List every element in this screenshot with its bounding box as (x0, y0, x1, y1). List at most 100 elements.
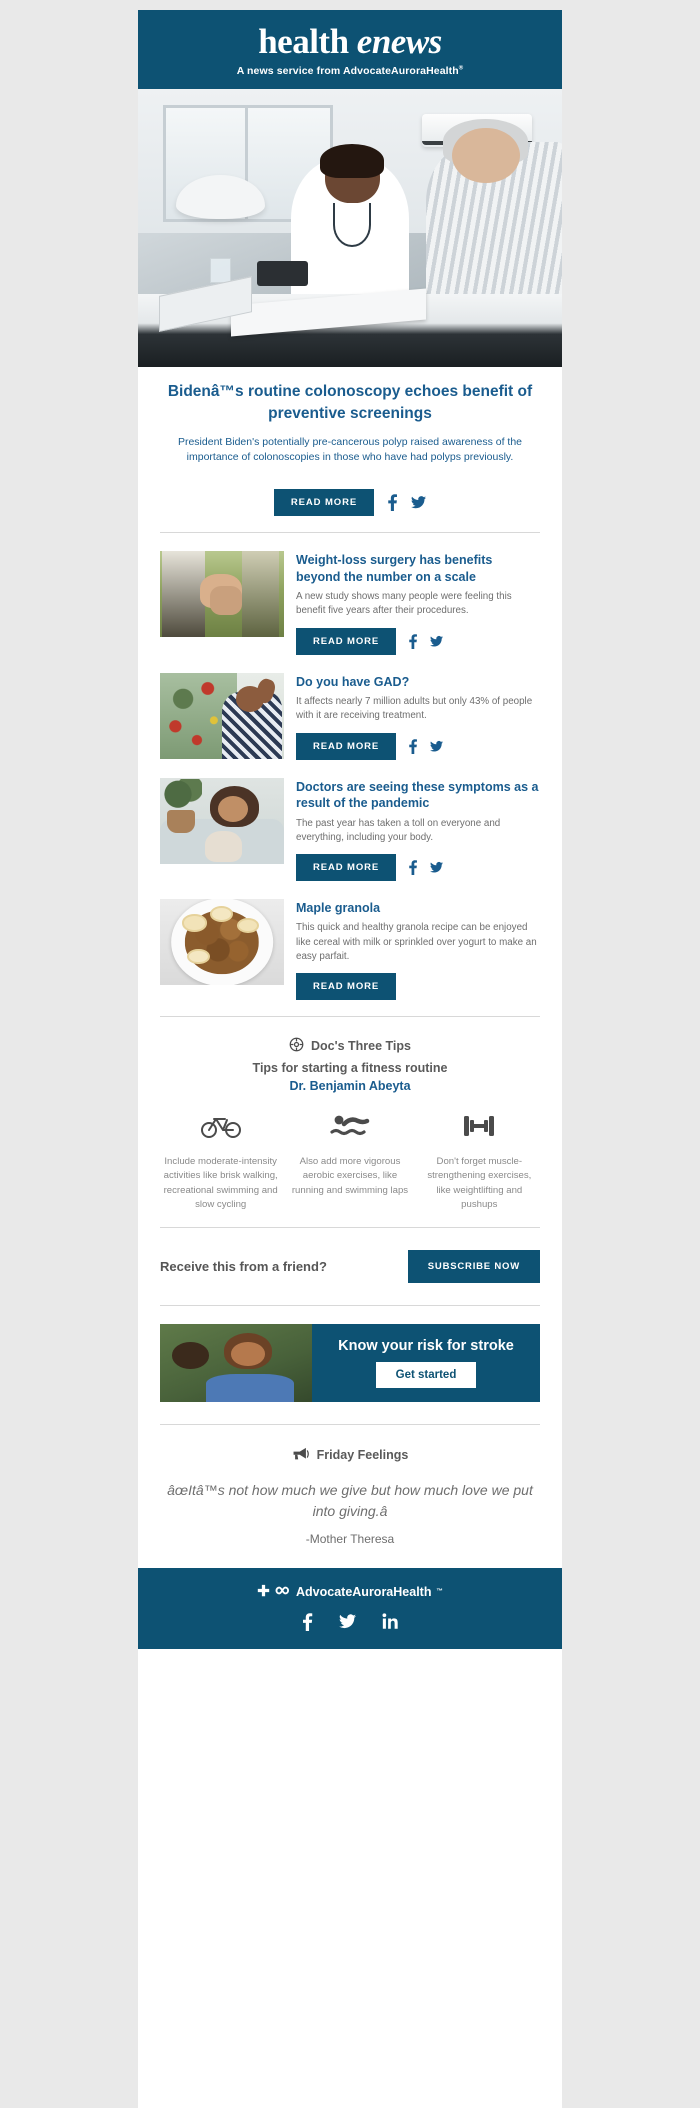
facebook-icon[interactable] (302, 1612, 313, 1631)
article-read-more-button[interactable]: READ MORE (296, 627, 397, 655)
tip-text: Don't forget muscle-strengthening exerci… (427, 1156, 532, 1211)
article-row: Weight-loss surgery has benefits beyond … (138, 541, 562, 662)
article-cta-row: READ MORE (296, 853, 540, 881)
twitter-icon[interactable] (430, 740, 444, 753)
logo-word-enews: enews (356, 22, 443, 61)
infinity-icon (275, 1585, 291, 1599)
promo-person-background (172, 1342, 209, 1369)
article-cta-row: READ MORE (296, 627, 540, 655)
footer-brand-name: AdvocateAuroraHealth (296, 1584, 432, 1599)
footer-brand-trademark: ™ (436, 1588, 443, 1596)
tips-columns: Include moderate-intensity activities li… (160, 1109, 540, 1213)
lead-article-title[interactable]: Bidenâ™s routine colonoscopy echoes bene… (160, 381, 540, 426)
hero-doctor-hair (320, 144, 384, 178)
twitter-icon[interactable] (430, 635, 444, 648)
swimmer-icon (289, 1109, 410, 1143)
divider (160, 1016, 540, 1018)
promo-image-smiling-friends (160, 1323, 312, 1402)
article-read-more-button[interactable]: READ MORE (296, 732, 397, 760)
twitter-icon[interactable] (411, 495, 427, 510)
divider (160, 1423, 540, 1425)
hero-blood-pressure-cuff (256, 261, 308, 287)
hero-water-glass (210, 258, 232, 284)
tip-column: Also add more vigorous aerobic exercises… (289, 1109, 410, 1213)
article-row: Maple granola This quick and healthy gra… (138, 889, 562, 1008)
masthead: health enews A news service from Advocat… (138, 10, 562, 89)
article-cta-row: READ MORE (296, 973, 540, 1001)
tagline-brand: AdvocateAuroraHealth (342, 64, 459, 77)
article-description: A new study shows many people were feeli… (296, 591, 512, 617)
article-description: The past year has taken a toll on everyo… (296, 817, 501, 843)
tagline-prefix: A news service from (236, 64, 343, 77)
thumb-teddy-bear (204, 830, 242, 862)
stroke-promo-banner[interactable]: Know your risk for stroke Get started (160, 1323, 540, 1402)
subscribe-prompt: Receive this from a friend? (160, 1258, 327, 1274)
article-body: Doctors are seeing these symptoms as a r… (296, 778, 540, 881)
thumb-hand-b (209, 585, 242, 615)
divider (160, 1304, 540, 1306)
facebook-icon[interactable] (408, 633, 418, 649)
article-body: Maple granola This quick and healthy gra… (296, 899, 540, 1001)
footer-brand: AdvocateAuroraHealth ™ (138, 1584, 562, 1600)
article-title[interactable]: Maple granola (296, 900, 540, 917)
hero-patient-head (451, 127, 520, 184)
tip-text: Include moderate-intensity activities li… (163, 1156, 278, 1211)
tagline-trademark: ® (458, 65, 464, 72)
article-title[interactable]: Weight-loss surgery has benefits beyond … (296, 552, 540, 585)
cross-icon (257, 1584, 270, 1600)
lead-article-description: President Biden's potentially pre-cancer… (177, 435, 523, 464)
article-read-more-button[interactable]: READ MORE (296, 973, 397, 1001)
article-thumbnail-woman-stressed[interactable] (160, 672, 284, 759)
feelings-section-label: Friday Feelings (316, 1448, 409, 1463)
megaphone-icon (292, 1447, 309, 1464)
subscribe-now-button[interactable]: SUBSCRIBE NOW (407, 1249, 540, 1283)
article-thumbnail-hands-holding[interactable] (160, 551, 284, 638)
email-newsletter: health enews A news service from Advocat… (138, 10, 562, 2108)
promo-person-shirt (205, 1373, 294, 1402)
thumb-pot (167, 810, 195, 833)
lead-article: Bidenâ™s routine colonoscopy echoes bene… (138, 367, 562, 476)
article-cta-row: READ MORE (296, 732, 540, 760)
thumb-banana-slice (187, 948, 210, 965)
docs-three-tips-section: Doc's Three Tips Tips for starting a fit… (138, 1025, 562, 1219)
promo-content: Know your risk for stroke Get started (312, 1323, 540, 1402)
tips-section-header: Doc's Three Tips (160, 1037, 540, 1055)
tip-column: Don't forget muscle-strengthening exerci… (419, 1109, 540, 1213)
linkedin-icon[interactable] (382, 1613, 399, 1630)
article-body: Do you have GAD? It affects nearly 7 mil… (296, 673, 540, 760)
twitter-icon[interactable] (430, 861, 444, 874)
stroke-promo-section: Know your risk for stroke Get started (138, 1314, 562, 1416)
article-thumbnail-child-with-teddy[interactable] (160, 777, 284, 864)
article-read-more-button[interactable]: READ MORE (296, 853, 397, 881)
article-title[interactable]: Do you have GAD? (296, 674, 540, 691)
tip-column: Include moderate-intensity activities li… (160, 1109, 281, 1213)
article-body: Weight-loss surgery has benefits beyond … (296, 551, 540, 655)
page-background: health enews A news service from Advocat… (0, 0, 700, 2108)
facebook-icon[interactable] (408, 738, 418, 754)
article-description: It affects nearly 7 million adults but o… (296, 696, 533, 722)
twitter-icon[interactable] (338, 1614, 356, 1629)
divider (160, 1226, 540, 1228)
article-description: This quick and healthy granola recipe ca… (296, 922, 537, 962)
tips-section-label: Doc's Three Tips (311, 1039, 411, 1054)
feelings-quote-author: -Mother Theresa (305, 1531, 395, 1546)
article-title[interactable]: Doctors are seeing these symptoms as a r… (296, 779, 540, 812)
feelings-section-header: Friday Feelings (160, 1447, 540, 1464)
footer-social-links (138, 1612, 562, 1631)
article-thumbnail-granola-bowl[interactable] (160, 898, 284, 985)
friday-feelings-section: Friday Feelings âœItâ™s not how much we … (138, 1433, 562, 1568)
tips-doctor-name[interactable]: Dr. Benjamin Abeyta (160, 1079, 540, 1093)
footer: AdvocateAuroraHealth ™ (138, 1567, 562, 1649)
masthead-tagline: A news service from AdvocateAuroraHealth… (138, 65, 562, 77)
lead-article-cta-row: READ MORE (138, 489, 562, 524)
bicycle-icon (160, 1109, 281, 1143)
stethoscope-icon (289, 1037, 304, 1055)
hero-image-doctor-patient[interactable] (138, 88, 562, 367)
lead-read-more-button[interactable]: READ MORE (273, 489, 375, 517)
facebook-icon[interactable] (387, 494, 398, 512)
logo-word-health: health (258, 22, 357, 61)
facebook-icon[interactable] (408, 860, 418, 875)
article-row: Doctors are seeing these symptoms as a r… (138, 768, 562, 889)
tip-text: Also add more vigorous aerobic exercises… (291, 1156, 409, 1196)
get-started-button[interactable]: Get started (375, 1361, 477, 1388)
